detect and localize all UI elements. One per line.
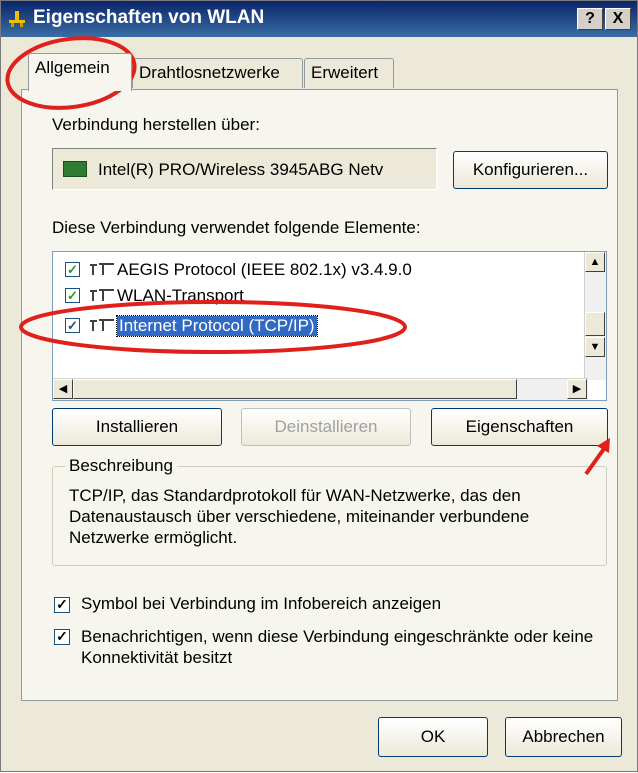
scroll-thumb[interactable] <box>585 312 605 336</box>
item-checkbox[interactable]: ✓ <box>65 262 80 277</box>
scroll-right-icon[interactable]: ▶ <box>567 379 587 399</box>
notify-label[interactable]: Benachrichtigen, wenn diese Verbindung e… <box>81 626 601 668</box>
configure-button-label: Konfigurieren... <box>472 160 589 179</box>
scroll-down-icon[interactable]: ▼ <box>585 337 605 357</box>
install-button[interactable]: Installieren <box>52 408 222 446</box>
tab-drahtlosnetzwerke[interactable]: Drahtlosnetzwerke <box>132 58 303 88</box>
adapter-name: Intel(R) PRO/Wireless 3945ABG Netv <box>98 160 384 179</box>
item-label: WLAN-Transport <box>117 286 244 305</box>
tab-erweitert[interactable]: Erweitert <box>304 58 394 88</box>
show-icon-label[interactable]: Symbol bei Verbindung im Infobereich anz… <box>81 594 441 614</box>
horizontal-scrollbar[interactable]: ◀ ▶ <box>53 378 588 400</box>
elements-heading: Diese Verbindung verwendet folgende Elem… <box>52 218 421 237</box>
notify-checkbox[interactable]: ✓ <box>54 629 70 645</box>
elements-list[interactable]: ✓ AEGIS Protocol (IEEE 802.1x) v3.4.9.0 … <box>52 251 607 401</box>
list-item-selected[interactable]: ✓ Internet Protocol (TCP/IP) <box>63 314 583 338</box>
cancel-button-label: Abbrechen <box>522 727 605 746</box>
item-label: AEGIS Protocol (IEEE 802.1x) v3.4.9.0 <box>117 260 412 279</box>
list-item[interactable]: ✓ AEGIS Protocol (IEEE 802.1x) v3.4.9.0 <box>63 258 583 282</box>
network-icon <box>9 11 25 27</box>
uninstall-button[interactable]: Deinstallieren <box>241 408 411 446</box>
install-button-label: Installieren <box>95 417 179 436</box>
network-card-icon <box>63 161 87 177</box>
ok-button[interactable]: OK <box>378 717 488 757</box>
properties-dialog: Eigenschaften von WLAN ? X Allgemein Dra… <box>0 0 638 772</box>
protocol-icon <box>90 289 114 301</box>
item-checkbox[interactable]: ✓ <box>65 318 80 333</box>
vertical-scrollbar[interactable]: ▲ ▼ <box>584 252 606 380</box>
help-button[interactable]: ? <box>577 8 603 30</box>
tab-label: Drahtlosnetzwerke <box>139 63 280 82</box>
properties-button-label: Eigenschaften <box>465 417 574 436</box>
ok-button-label: OK <box>420 727 446 746</box>
tab-allgemein[interactable]: Allgemein <box>28 53 132 91</box>
list-item[interactable]: ✓ WLAN-Transport <box>63 284 583 308</box>
description-group: Beschreibung TCP/IP, das Standardprotoko… <box>52 456 607 566</box>
protocol-icon <box>90 263 114 275</box>
description-text: TCP/IP, das Standardprotokoll für WAN-Ne… <box>69 486 530 547</box>
tab-label: Allgemein <box>35 58 110 77</box>
show-icon-checkbox[interactable]: ✓ <box>54 597 70 613</box>
hscroll-thumb[interactable] <box>73 379 517 399</box>
adapter-field: Intel(R) PRO/Wireless 3945ABG Netv <box>52 148 437 190</box>
scroll-up-icon[interactable]: ▲ <box>585 252 605 272</box>
uninstall-button-label: Deinstallieren <box>274 417 378 436</box>
connect-via-label: Verbindung herstellen über: <box>52 115 260 134</box>
protocol-icon <box>90 319 114 331</box>
item-checkbox[interactable]: ✓ <box>65 288 80 303</box>
title-bar[interactable]: Eigenschaften von WLAN ? X <box>1 1 637 37</box>
tab-label: Erweitert <box>311 63 379 82</box>
window-title: Eigenschaften von WLAN <box>33 7 265 28</box>
close-button[interactable]: X <box>605 8 631 30</box>
properties-button[interactable]: Eigenschaften <box>431 408 608 446</box>
description-legend: Beschreibung <box>65 456 177 476</box>
scroll-left-icon[interactable]: ◀ <box>53 379 73 399</box>
cancel-button[interactable]: Abbrechen <box>505 717 622 757</box>
configure-button[interactable]: Konfigurieren... <box>453 151 608 189</box>
item-label: Internet Protocol (TCP/IP) <box>116 315 318 337</box>
